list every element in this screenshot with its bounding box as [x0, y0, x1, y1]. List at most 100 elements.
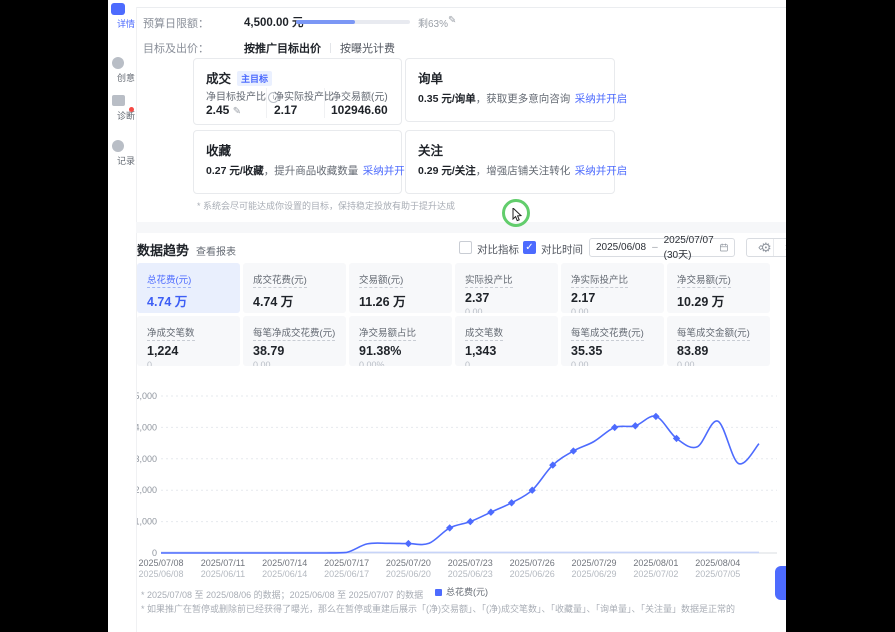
- budget-remaining: 剩63%: [418, 15, 448, 30]
- svg-text:2025/06/08: 2025/06/08: [138, 569, 183, 579]
- view-report-link[interactable]: 查看报表: [196, 243, 236, 258]
- svg-text:2025/07/26: 2025/07/26: [510, 558, 555, 568]
- metric-col-label: 净实际投产比: [274, 88, 334, 103]
- budget-label: 预算日限额：: [143, 15, 209, 31]
- svg-text:2025/06/26: 2025/06/26: [510, 569, 555, 579]
- bid-by-exposure-option[interactable]: 按曝光计费: [340, 43, 395, 55]
- budget-progress-bar: [296, 20, 410, 24]
- svg-text:2,000: 2,000: [137, 485, 157, 495]
- goal-card-follow: 关注 0.29 元/关注，增强店铺关注转化 采纳并开启: [405, 130, 615, 194]
- bulb-icon: [112, 57, 124, 69]
- sidebar-item-label: 记录: [117, 154, 135, 166]
- section-separator: [136, 222, 786, 233]
- svg-text:0: 0: [152, 548, 157, 558]
- metric-card[interactable]: 每笔成交花费(元)35.350.00: [561, 316, 664, 366]
- column-divider: [324, 88, 325, 118]
- sidebar-item-label: 详情: [117, 17, 135, 29]
- svg-text:2025/08/04: 2025/08/04: [695, 558, 740, 568]
- metric-card[interactable]: 每笔净成交花费(元)38.790.00: [243, 316, 346, 366]
- metric-col-value: 102946.60: [331, 103, 388, 117]
- trend-line-chart[interactable]: 01,0002,0003,0004,0005,0002025/07/082025…: [137, 390, 786, 584]
- sidebar-item-label: 诊断: [117, 109, 135, 121]
- screen: 详情 创意 诊断 记录 预算日限额： 4,500.00 元 剩63% ✎ 目标及…: [0, 0, 895, 632]
- goal-card-title: 成交: [206, 72, 231, 86]
- sidebar-item-creative[interactable]: 创意: [108, 57, 136, 85]
- svg-text:5,000: 5,000: [137, 391, 157, 401]
- svg-text:1,000: 1,000: [137, 517, 157, 527]
- svg-text:2025/07/08: 2025/07/08: [138, 558, 183, 568]
- goal-card-title: 询单: [418, 68, 443, 87]
- goal-desc: ，提升商品收藏数量: [264, 165, 359, 177]
- metric-card[interactable]: 实际投产比2.370.00: [455, 263, 558, 313]
- calendar-icon: [720, 242, 728, 253]
- compare-time-checkbox[interactable]: ✓: [523, 241, 536, 254]
- date-range-picker[interactable]: 2025/06/08 – 2025/07/07 (30天): [589, 238, 735, 257]
- bid-by-goal-option[interactable]: 按推广目标出价: [244, 43, 321, 55]
- svg-text:2025/06/14: 2025/06/14: [262, 569, 307, 579]
- goal-price: 0.27 元/收藏: [206, 165, 264, 177]
- clock-icon: [112, 140, 124, 152]
- column-divider: [266, 88, 267, 118]
- sidebar-item-record[interactable]: 记录: [108, 140, 136, 168]
- metric-col-value: 2.45: [206, 103, 229, 117]
- goal-card-deal: 成交主目标 净目标投产比i 2.45 ✎ 净实际投产比 2.17 净交易额(元)…: [193, 58, 402, 125]
- footnote-disclaimer: * 如果推广在暂停或删除前已经获得了曝光，那么在暂停或重建后展示「(净)交易额」…: [141, 602, 735, 615]
- svg-text:2025/06/20: 2025/06/20: [386, 569, 431, 579]
- metric-grid: 总花费(元)4.74 万0.00 成交花费(元)4.74 万0.00 交易额(元…: [137, 263, 770, 366]
- svg-text:2025/07/14: 2025/07/14: [262, 558, 307, 568]
- metric-col-label: 净目标投产比: [206, 92, 266, 103]
- svg-text:2025/08/01: 2025/08/01: [633, 558, 678, 568]
- gear-icon[interactable]: ⚙: [760, 240, 772, 256]
- metric-col-label: 净交易额(元): [331, 88, 388, 103]
- goal-card-favorite: 收藏 0.27 元/收藏，提升商品收藏数量 采纳并开启: [193, 130, 402, 194]
- budget-amount: 4,500.00 元: [244, 14, 303, 30]
- goal-note: * 系统会尽可能达成你设置的目标，保持稳定投放有助于提升达成: [197, 199, 455, 212]
- svg-text:2025/07/02: 2025/07/02: [633, 569, 678, 579]
- mouse-cursor-icon: [512, 208, 524, 222]
- compare-metric-checkbox[interactable]: [459, 241, 472, 254]
- svg-text:2025/06/23: 2025/06/23: [448, 569, 493, 579]
- goal-price: 0.35 元/询单: [418, 93, 476, 105]
- metric-card[interactable]: 成交花费(元)4.74 万0.00: [243, 263, 346, 313]
- date-separator: –: [652, 242, 658, 253]
- svg-text:2025/06/17: 2025/06/17: [324, 569, 369, 579]
- adopt-enable-link[interactable]: 采纳并开启: [575, 93, 628, 105]
- svg-text:2025/07/11: 2025/07/11: [201, 558, 245, 568]
- metric-card[interactable]: 交易额(元)11.26 万0.00: [349, 263, 452, 313]
- svg-text:2025/07/17: 2025/07/17: [324, 558, 369, 568]
- goal-price: 0.29 元/关注: [418, 165, 476, 177]
- metric-card[interactable]: 净交易额(元)10.29 万0.00: [667, 263, 770, 313]
- metric-card[interactable]: 净成交笔数1,2240: [137, 316, 240, 366]
- metric-card[interactable]: 每笔成交金额(元)83.890.00: [667, 316, 770, 366]
- goal-card-title: 关注: [418, 140, 443, 159]
- camera-icon: [112, 95, 125, 106]
- sidebar-item-diagnose[interactable]: 诊断: [108, 95, 136, 123]
- option-divider: [330, 43, 331, 53]
- metric-col-value: 2.17: [274, 103, 297, 117]
- compare-metric-label: 对比指标: [477, 242, 519, 257]
- primary-goal-badge: 主目标: [237, 71, 272, 86]
- edit-roi-icon[interactable]: ✎: [233, 106, 241, 117]
- legend-label: 总花费(元): [446, 587, 488, 597]
- metric-card[interactable]: 净实际投产比2.170.00: [561, 263, 664, 313]
- sidebar-item-detail[interactable]: 详情: [108, 3, 136, 31]
- goal-bid-label: 目标及出价：: [143, 40, 209, 56]
- metric-card[interactable]: 净交易额占比91.38%0.00%: [349, 316, 452, 366]
- edit-budget-icon[interactable]: ✎: [448, 15, 456, 26]
- top-divider: [136, 7, 786, 8]
- footnote-periods: * 2025/07/08 至 2025/08/06 的数据；2025/06/08…: [141, 588, 423, 601]
- trend-section-title: 数据趋势: [137, 240, 189, 259]
- goal-card-title: 收藏: [206, 140, 231, 159]
- compare-time-label: 对比时间: [541, 242, 583, 257]
- floating-action-pill[interactable]: [775, 566, 786, 600]
- svg-text:2025/07/23: 2025/07/23: [448, 558, 493, 568]
- svg-text:2025/07/29: 2025/07/29: [571, 558, 616, 568]
- svg-text:3,000: 3,000: [137, 454, 157, 464]
- next-period-button[interactable]: ›: [774, 239, 786, 256]
- metric-card[interactable]: 成交笔数1,3430: [455, 316, 558, 366]
- goal-desc: ，获取更多意向咨询: [476, 93, 571, 105]
- metric-card-total-cost[interactable]: 总花费(元)4.74 万0.00: [137, 263, 240, 313]
- adopt-enable-link[interactable]: 采纳并开启: [575, 165, 628, 177]
- date-end: 2025/07/07 (30天): [664, 235, 721, 261]
- svg-text:2025/07/05: 2025/07/05: [695, 569, 740, 579]
